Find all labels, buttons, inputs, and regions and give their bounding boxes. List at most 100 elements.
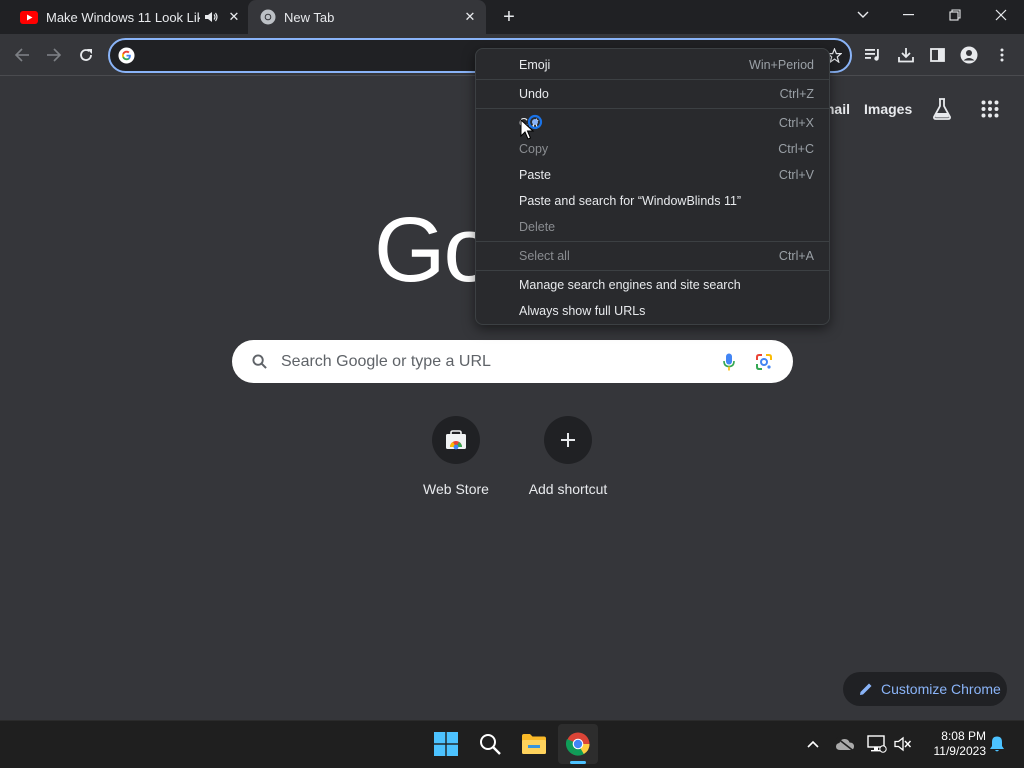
shortcut-web-store[interactable]: Web Store [406,416,506,497]
menu-separator [476,79,829,80]
menu-separator [476,108,829,109]
menu-item-select-all[interactable]: Select all Ctrl+A [476,243,829,269]
menu-item-paste-and-search[interactable]: Paste and search for “WindowBlinds 11” [476,188,829,214]
menu-separator [476,270,829,271]
minimize-button[interactable] [886,0,932,30]
tab-title: New Tab [284,9,335,25]
taskbar-search-button[interactable] [470,724,510,764]
chrome-taskbar-button[interactable] [558,724,598,764]
close-window-button[interactable] [978,0,1024,30]
menu-item-show-full-urls[interactable]: Always show full URLs [476,298,829,324]
restore-button[interactable] [932,0,978,30]
close-icon[interactable]: ✕ [222,9,246,25]
context-menu: Emoji Win+Period Undo Ctrl+Z Cut Ctrl+X … [475,48,830,325]
tab-new-tab[interactable]: New Tab ✕ [248,0,486,34]
reading-list-button[interactable] [859,41,887,69]
show-hidden-icons-button[interactable] [802,732,824,756]
menu-item-manage-search-engines[interactable]: Manage search engines and site search [476,272,829,298]
menu-item-shortcut: Ctrl+A [778,249,814,263]
side-panel-icon [929,48,945,62]
menu-item-delete[interactable]: Delete [476,214,829,240]
volume-tray-button[interactable] [892,732,914,756]
profile-button[interactable] [955,41,983,69]
taskbar-clock[interactable]: 8:08 PM 11/9/2023 [920,729,987,759]
close-icon[interactable]: ✕ [458,9,482,25]
shortcut-add[interactable]: Add shortcut [518,416,618,497]
menu-item-label: Manage search engines and site search [519,278,741,292]
network-icon [867,735,887,753]
flask-icon [933,98,951,120]
menu-item-shortcut: Win+Period [749,58,814,72]
menu-item-label: Copy [519,142,549,156]
download-icon [898,48,914,63]
plus-icon [561,433,575,447]
reload-button[interactable] [72,41,100,69]
web-store-tile [432,416,480,464]
downloads-button[interactable] [892,41,920,69]
microphone-icon[interactable] [723,353,735,371]
tab-title: Make Windows 11 Look Lik [46,9,200,25]
clock-time: 8:08 PM [941,729,986,743]
file-explorer-button[interactable] [514,724,554,764]
menu-item-undo[interactable]: Undo Ctrl+Z [476,81,829,107]
tab-search-button[interactable] [840,0,886,30]
apps-grid-icon [981,100,999,118]
arrow-left-icon [14,48,29,62]
menu-item-label: Select all [519,249,570,263]
cloud-off-icon [836,737,854,751]
more-vert-icon [1000,48,1004,62]
images-link[interactable]: Images [864,101,912,117]
onedrive-tray-button[interactable] [834,732,856,756]
google-lens-icon[interactable] [755,353,773,371]
running-indicator [570,761,586,764]
menu-separator [476,241,829,242]
chrome-icon [260,9,276,25]
playlist-icon [865,49,879,61]
menu-item-label: Paste and search for “WindowBlinds 11” [519,194,742,208]
windows-logo-icon [434,732,458,756]
forward-button[interactable] [40,41,68,69]
youtube-icon [20,10,38,24]
notifications-button[interactable] [986,732,1008,756]
network-tray-button[interactable] [866,732,888,756]
restore-icon [949,9,961,21]
side-panel-button[interactable] [923,41,951,69]
apps-button[interactable] [977,96,1003,122]
labs-button[interactable] [928,96,956,122]
speaker-icon[interactable] [200,11,222,23]
reload-icon [80,49,92,61]
menu-button[interactable] [988,41,1016,69]
avatar-icon [960,46,978,64]
folder-icon [522,734,546,754]
ntp-search-box[interactable]: Search Google or type a URL [232,340,793,383]
tab-youtube[interactable]: Make Windows 11 Look Lik ✕ [8,0,246,34]
chevron-down-icon [857,11,869,18]
menu-item-label: Always show full URLs [519,304,646,318]
menu-item-shortcut: Ctrl+V [778,168,814,182]
menu-item-label: Emoji [519,58,551,72]
search-icon [480,734,501,755]
chrome-icon [566,732,590,756]
search-icon [252,354,267,369]
menu-item-label: Undo [519,87,549,101]
chevron-up-icon [807,740,819,748]
menu-item-shortcut: Ctrl+X [778,116,814,130]
clock-date: 11/9/2023 [933,744,987,758]
speaker-muted-icon [894,736,912,752]
customize-chrome-button[interactable]: Customize Chrome [843,672,1007,706]
google-g-icon [118,47,135,64]
menu-item-emoji[interactable]: Emoji Win+Period [476,52,829,78]
add-shortcut-tile [544,416,592,464]
start-button[interactable] [426,724,466,764]
pencil-icon [859,682,873,696]
arrow-right-icon [47,48,62,62]
back-button[interactable] [8,41,36,69]
menu-item-label: Cut [519,116,539,130]
shortcut-label: Web Store [423,481,489,497]
menu-item-label: Paste [519,168,551,182]
new-tab-button[interactable]: + [496,5,522,29]
mouse-cursor-icon [520,114,548,140]
menu-item-paste[interactable]: Paste Ctrl+V [476,162,829,188]
web-store-icon [446,430,466,450]
close-icon [995,9,1007,21]
